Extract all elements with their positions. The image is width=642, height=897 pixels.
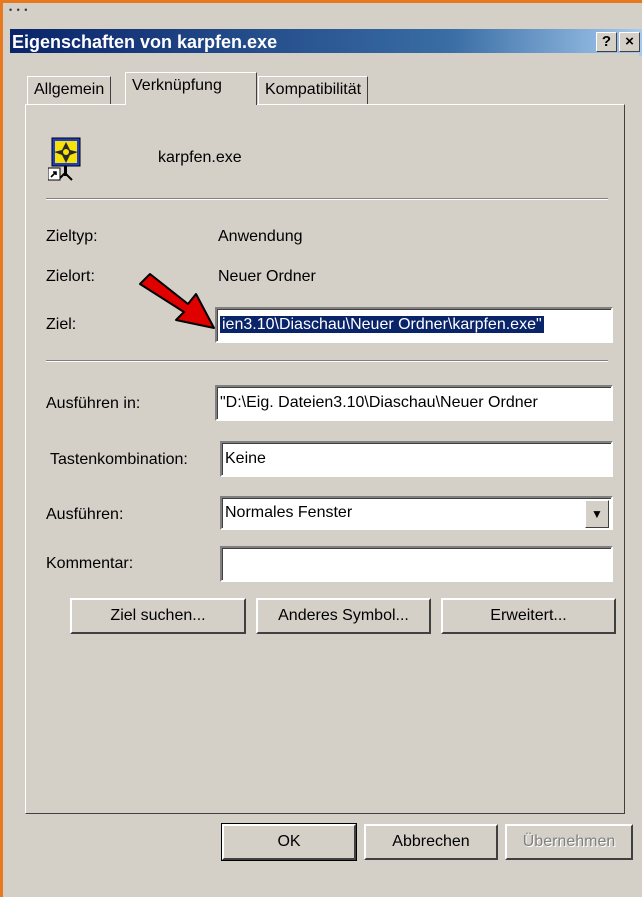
ziel-input-text: ien3.10\Diaschau\Neuer Ordner\karpfen.ex… bbox=[220, 316, 544, 333]
tab-allgemein[interactable]: Allgemein bbox=[27, 76, 112, 104]
ausfuehren-in-input[interactable]: "D:\Eig. Dateien3.10\Diaschau\Neuer Ordn… bbox=[215, 385, 613, 421]
chevron-down-icon[interactable]: ▼ bbox=[585, 500, 609, 528]
anderes-symbol-button[interactable]: Anderes Symbol... bbox=[256, 598, 431, 634]
annotation-arrow-icon bbox=[139, 273, 215, 329]
ziel-input[interactable]: ien3.10\Diaschau\Neuer Ordner\karpfen.ex… bbox=[215, 307, 613, 343]
shortcut-name: karpfen.exe bbox=[158, 149, 242, 166]
top-strip: • • • bbox=[3, 3, 642, 25]
tab-verknuepfung[interactable]: Verknüpfung bbox=[125, 72, 257, 105]
ausfuehren-label: Ausführen: bbox=[46, 506, 124, 523]
zieltyp-label: Zieltyp: bbox=[46, 228, 98, 245]
ausfuehren-in-label: Ausführen in: bbox=[46, 395, 141, 412]
separator-middle bbox=[46, 360, 608, 362]
ok-button[interactable]: OK bbox=[221, 823, 357, 861]
window-title: Eigenschaften von karpfen.exe bbox=[12, 32, 278, 52]
zielort-label: Zielort: bbox=[46, 268, 95, 285]
tab-kompatibilitaet[interactable]: Kompatibilität bbox=[258, 76, 369, 104]
help-button[interactable]: ? bbox=[596, 32, 617, 52]
close-button[interactable]: × bbox=[619, 32, 640, 52]
tastenkombination-input[interactable]: Keine bbox=[220, 441, 613, 477]
ausfuehren-select-value: Normales Fenster bbox=[225, 504, 353, 521]
ziel-suchen-button[interactable]: Ziel suchen... bbox=[70, 598, 246, 634]
kommentar-input[interactable] bbox=[220, 546, 613, 582]
ausfuehren-select[interactable]: Normales Fenster ▼ bbox=[220, 496, 613, 530]
zieltyp-value: Anwendung bbox=[218, 228, 303, 245]
separator-top bbox=[46, 198, 608, 200]
kommentar-label: Kommentar: bbox=[46, 555, 134, 572]
erweitert-button[interactable]: Erweitert... bbox=[441, 598, 616, 634]
ziel-label: Ziel: bbox=[46, 316, 77, 333]
tastenkombination-label: Tastenkombination: bbox=[50, 451, 188, 468]
uebernehmen-button[interactable]: Übernehmen bbox=[505, 824, 633, 860]
zielort-value: Neuer Ordner bbox=[218, 268, 316, 285]
abbrechen-button[interactable]: Abbrechen bbox=[364, 824, 498, 860]
strip-dots: • • • bbox=[9, 5, 29, 15]
title-bar[interactable]: Eigenschaften von karpfen.exe ? × bbox=[10, 29, 642, 56]
shortcut-app-icon bbox=[48, 137, 81, 181]
